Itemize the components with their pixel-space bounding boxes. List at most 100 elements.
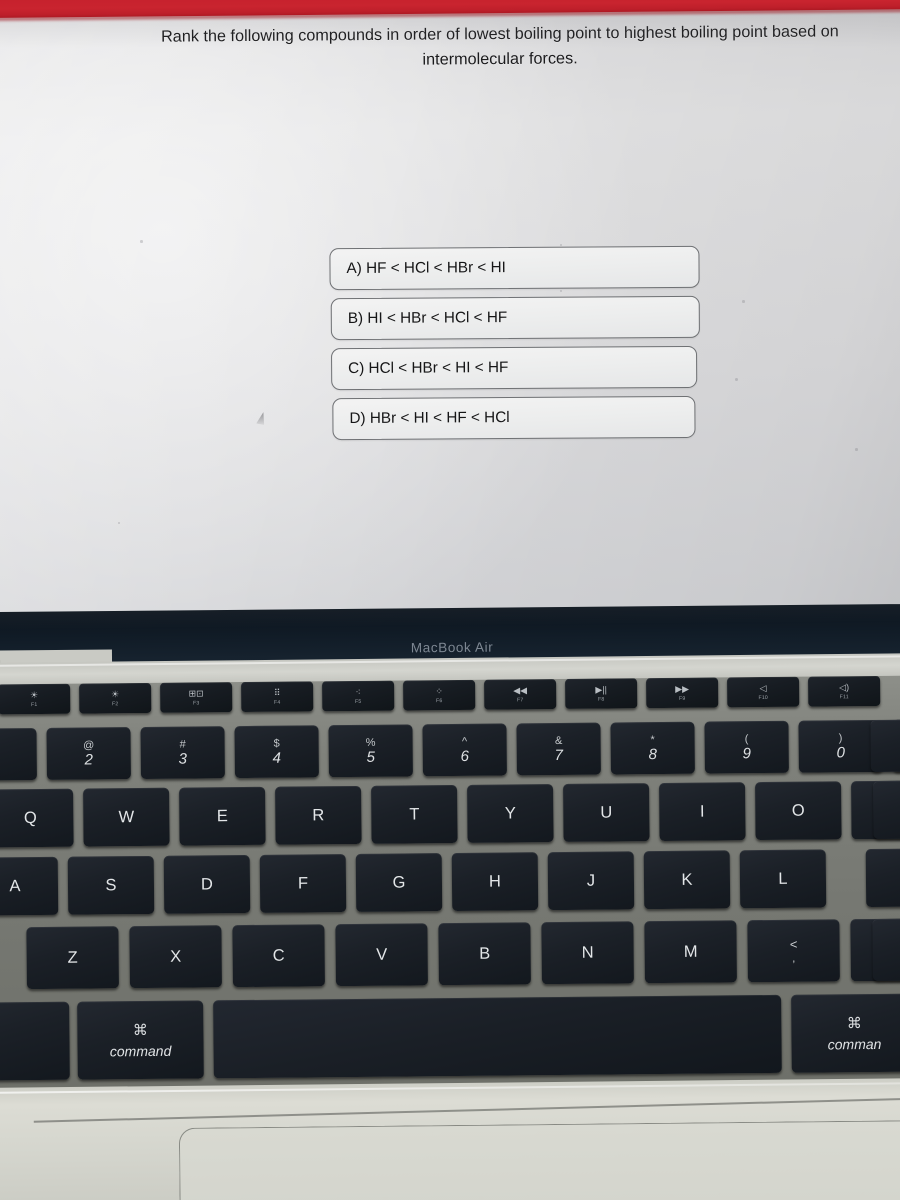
- key-base-label: 5: [366, 748, 376, 766]
- key-base-label: ,: [792, 952, 796, 965]
- key-f1[interactable]: ☀ F1: [0, 683, 71, 715]
- key-letter-label: B: [479, 944, 491, 963]
- key-5[interactable]: % 5: [328, 724, 413, 778]
- key-f6[interactable]: ⁘ F6: [403, 679, 476, 711]
- key-k[interactable]: K: [643, 850, 731, 910]
- function-key-label: F1: [30, 701, 38, 708]
- key-letter-label: M: [683, 942, 698, 961]
- key-f9[interactable]: ▶▶ F9: [646, 677, 719, 709]
- keyboard-backlight-up-icon: ⁘: [435, 685, 443, 696]
- launchpad-icon: ⠿: [273, 687, 281, 698]
- key-shift-label: @: [82, 738, 95, 752]
- key-letter-label: F: [297, 874, 309, 893]
- document-page: Rank the following compounds in order of…: [0, 0, 900, 615]
- key-z[interactable]: Z: [26, 926, 119, 990]
- key-command-left[interactable]: ⌘ command: [77, 1000, 204, 1080]
- key-m[interactable]: M: [644, 920, 737, 984]
- key-7[interactable]: & 7: [516, 722, 601, 776]
- key-shift-label: *: [650, 733, 655, 746]
- key-space[interactable]: [213, 994, 782, 1079]
- key-g[interactable]: G: [355, 853, 443, 912]
- palm-rest-seam: [33, 1096, 900, 1123]
- key-y[interactable]: Y: [467, 784, 554, 843]
- key-equals-partial[interactable]: [870, 719, 900, 773]
- key-shift-label: #: [179, 738, 186, 751]
- rewind-icon: ◀◀: [513, 684, 528, 695]
- key-f11[interactable]: ◁) F11: [808, 675, 881, 707]
- paper-speck: [560, 244, 562, 246]
- key-slash-partial[interactable]: [872, 918, 900, 982]
- key-w[interactable]: W: [83, 787, 170, 847]
- key-1[interactable]: !1: [0, 728, 37, 781]
- key-9[interactable]: (9: [704, 720, 789, 774]
- brightness-down-icon: ☀: [30, 689, 39, 700]
- answer-option-d[interactable]: D) HBr < HI < HF < HCl: [332, 395, 696, 441]
- function-key-label: F5: [354, 698, 362, 705]
- paper-speck: [742, 300, 745, 303]
- key-o[interactable]: O: [755, 781, 842, 841]
- mute-icon: ◁: [759, 682, 767, 693]
- key-command-right[interactable]: ⌘ comman: [791, 993, 900, 1073]
- answer-option-b[interactable]: B) HI < HBr < HCl < HF: [330, 295, 700, 341]
- key-f8[interactable]: ▶|| F8: [565, 678, 638, 709]
- photo-of-laptop-with-chemistry-question: Rank the following compounds in order of…: [0, 0, 900, 1200]
- key-s[interactable]: S: [67, 855, 155, 915]
- key-base-label: 7: [554, 746, 564, 764]
- key-base-label: 4: [272, 749, 282, 767]
- key-base-label: 2: [84, 750, 94, 769]
- volume-down-icon: ◁): [839, 681, 850, 692]
- key-shift-label: ): [838, 731, 843, 744]
- key-c[interactable]: C: [232, 924, 325, 988]
- key-n[interactable]: N: [541, 921, 634, 985]
- key-f7[interactable]: ◀◀ F7: [484, 679, 557, 710]
- key-letter-label: S: [105, 876, 117, 895]
- key-letter-label: I: [699, 802, 705, 821]
- command-key-glyph: ⌘: [132, 1021, 148, 1040]
- answer-option-c-label: C) HCl < HBr < HI < HF: [348, 359, 509, 378]
- key-base-label: 6: [460, 747, 470, 765]
- key-shift-label: %: [365, 736, 376, 749]
- key-f10[interactable]: ◁ F10: [727, 676, 800, 708]
- key-3[interactable]: #3: [140, 726, 225, 780]
- key-a[interactable]: A: [0, 856, 59, 916]
- key-l[interactable]: L: [739, 849, 827, 909]
- key-option-left[interactable]: ⌥tion: [0, 1001, 70, 1081]
- key-base-label: 3: [178, 750, 188, 768]
- key-i[interactable]: I: [659, 782, 746, 842]
- key-q[interactable]: Q: [0, 788, 74, 848]
- key-f4[interactable]: ⠿ F4: [241, 681, 314, 713]
- key-h[interactable]: H: [451, 852, 539, 912]
- key-comma[interactable]: <,: [747, 919, 840, 983]
- key-bracket-partial[interactable]: [873, 780, 900, 839]
- answer-option-a[interactable]: A) HF < HCl < HBr < HI: [329, 245, 700, 291]
- key-letter-label: O: [791, 801, 805, 820]
- trackpad[interactable]: [178, 1119, 900, 1200]
- key-semicolon-partial[interactable]: [865, 848, 900, 908]
- answer-option-d-label: D) HBr < HI < HF < HCl: [349, 409, 510, 428]
- key-letter-label: Q: [23, 808, 37, 827]
- key-shift-label: $: [273, 737, 280, 750]
- key-e[interactable]: E: [179, 786, 266, 846]
- key-t[interactable]: T: [371, 784, 458, 844]
- command-key-label: command: [109, 1042, 172, 1060]
- key-shift-label: <: [789, 936, 798, 952]
- key-f2[interactable]: ☀ F2: [79, 682, 152, 714]
- function-key-label: F10: [758, 694, 769, 701]
- key-v[interactable]: V: [335, 923, 428, 987]
- key-x[interactable]: X: [129, 925, 222, 989]
- key-4[interactable]: $4: [234, 725, 319, 779]
- key-letter-label: Y: [504, 804, 516, 823]
- key-b[interactable]: B: [438, 922, 531, 986]
- key-6[interactable]: ^ 6: [422, 723, 507, 777]
- key-2[interactable]: @2: [46, 727, 131, 780]
- key-f[interactable]: F: [259, 854, 347, 913]
- key-u[interactable]: U: [563, 783, 650, 842]
- answer-option-c[interactable]: C) HCl < HBr < HI < HF: [331, 345, 698, 391]
- key-shift-label: &: [554, 734, 563, 747]
- key-8[interactable]: * 8: [610, 721, 695, 775]
- key-j[interactable]: J: [547, 851, 635, 911]
- key-f5[interactable]: ⁖ F5: [322, 680, 395, 712]
- key-d[interactable]: D: [163, 854, 251, 914]
- key-f3[interactable]: ⊞⊡ F3: [160, 682, 233, 713]
- key-r[interactable]: R: [275, 785, 362, 845]
